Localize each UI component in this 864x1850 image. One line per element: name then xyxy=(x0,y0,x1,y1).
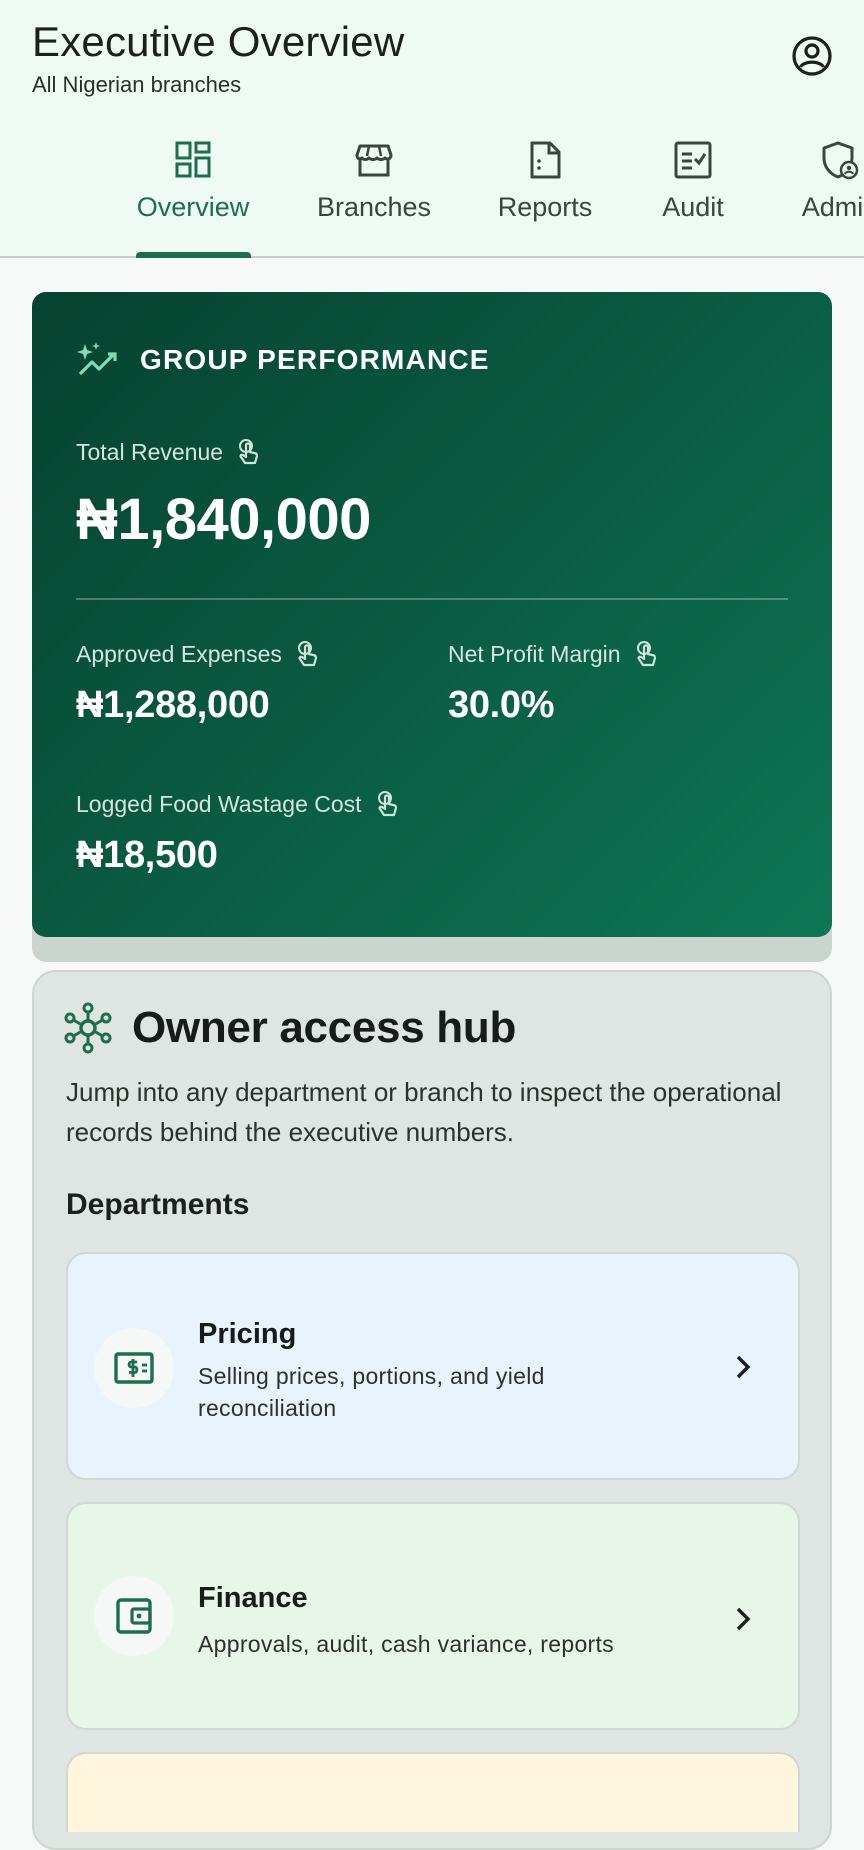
active-tab-indicator xyxy=(136,252,251,258)
trending-sparkle-icon xyxy=(77,342,117,376)
admin-shield-icon xyxy=(822,141,859,180)
pricing-icon xyxy=(114,1352,154,1384)
tap-icon xyxy=(377,791,397,817)
tab-label: Reports xyxy=(497,192,593,222)
approved-expenses-value: ₦1,288,000 xyxy=(76,684,270,726)
hub-heading: Owner access hub xyxy=(62,1002,516,1054)
tab-bar: Overview Branches Reports Audit Admi xyxy=(0,130,864,258)
department-description: Approvals, audit, cash variance, reports xyxy=(198,1631,614,1657)
department-card-partial[interactable] xyxy=(66,1752,800,1832)
tab-audit[interactable]: Audit xyxy=(652,130,734,258)
tab-label: Audit xyxy=(662,192,724,222)
account-circle-icon[interactable] xyxy=(790,34,834,78)
page-subtitle: All Nigerian branches xyxy=(32,72,242,97)
metric-label-text: Total Revenue xyxy=(76,438,224,465)
approved-expenses-label[interactable]: Approved Expenses xyxy=(76,640,320,668)
total-revenue-value: ₦1,840,000 xyxy=(76,487,371,552)
page-title: Executive Overview xyxy=(32,18,405,65)
storefront-icon xyxy=(355,144,393,177)
performance-heading: GROUP PERFORMANCE xyxy=(76,340,490,380)
tab-reports[interactable]: Reports xyxy=(490,130,600,258)
department-card-pricing[interactable]: Pricing Selling prices, portions, and yi… xyxy=(66,1252,800,1480)
tab-branches[interactable]: Branches xyxy=(306,130,442,258)
tab-label: Branches xyxy=(316,192,432,222)
department-card-finance[interactable]: Finance Approvals, audit, cash variance,… xyxy=(66,1502,800,1730)
performance-divider xyxy=(76,598,788,600)
departments-heading: Departments xyxy=(66,1188,250,1221)
net-profit-margin-label[interactable]: Net Profit Margin xyxy=(448,640,659,668)
app-bar: Executive Overview All Nigerian branches… xyxy=(0,0,864,258)
metric-label-text: Logged Food Wastage Cost xyxy=(76,790,362,817)
metric-label-text: Approved Expenses xyxy=(76,640,282,667)
net-profit-margin-value: 30.0% xyxy=(448,684,555,726)
performance-heading-text: GROUP PERFORMANCE xyxy=(140,344,490,375)
tab-admin[interactable]: Admin xyxy=(790,130,864,258)
tap-icon xyxy=(239,439,259,465)
tab-label: Overview xyxy=(136,192,250,222)
food-wastage-value: ₦18,500 xyxy=(76,834,218,876)
owner-access-hub: Owner access hub Jump into any departmen… xyxy=(32,970,832,1850)
finance-icon-badge xyxy=(94,1576,174,1656)
hub-description: Jump into any department or branch to in… xyxy=(66,1077,782,1147)
tab-label: Admin xyxy=(801,192,864,222)
tab-overview[interactable]: Overview xyxy=(126,130,260,258)
food-wastage-label[interactable]: Logged Food Wastage Cost xyxy=(76,790,400,818)
chevron-right-icon xyxy=(736,1355,751,1379)
chevron-right-icon xyxy=(736,1607,751,1631)
dashboard-icon xyxy=(175,141,211,178)
checklist-icon xyxy=(674,141,712,179)
group-performance-card: GROUP PERFORMANCE Total Revenue ₦1,840,0… xyxy=(32,292,832,937)
wallet-icon xyxy=(116,1598,152,1634)
department-title: Pricing xyxy=(198,1318,297,1350)
department-description: Selling prices, portions, and yield reco… xyxy=(198,1363,545,1421)
hub-network-icon xyxy=(64,1002,112,1054)
department-title: Finance xyxy=(198,1582,308,1614)
document-icon xyxy=(530,141,561,179)
tap-icon xyxy=(636,641,656,667)
total-revenue-label[interactable]: Total Revenue xyxy=(76,438,261,466)
pricing-icon-badge xyxy=(94,1328,174,1408)
metric-label-text: Net Profit Margin xyxy=(448,640,621,667)
hub-title: Owner access hub xyxy=(132,1003,517,1052)
tap-icon xyxy=(297,641,317,667)
